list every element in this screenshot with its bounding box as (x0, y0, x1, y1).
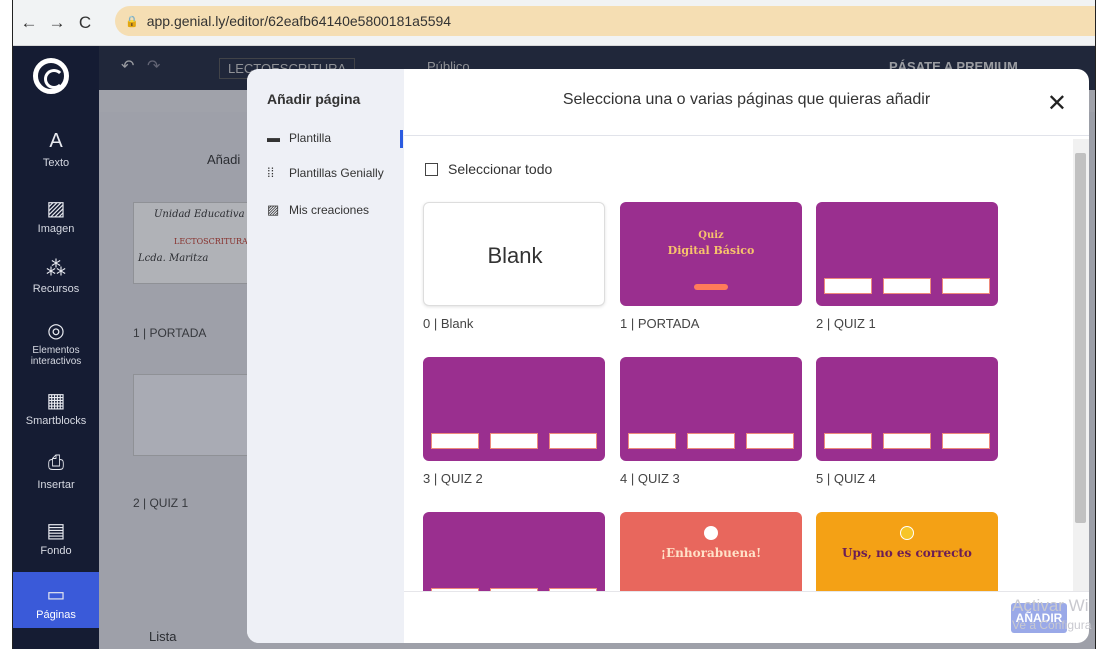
sidebar-item-paginas[interactable]: ▭ Páginas (13, 572, 99, 628)
sidebar-label: Elementos interactivos (30, 345, 82, 367)
emoji-icon (900, 526, 914, 540)
card-option (883, 278, 931, 294)
scrollbar-thumb[interactable] (1075, 153, 1086, 523)
card-option (490, 433, 538, 449)
card-label: 3 | QUIZ 2 (423, 471, 483, 486)
sidebar-label: Páginas (36, 609, 76, 621)
modal-sidebar-title: Añadir página (267, 91, 361, 107)
template-card-portada[interactable]: Quiz Digital Básico (620, 202, 802, 306)
resources-icon: ⁂ (46, 258, 66, 280)
nav-label: Mis creaciones (289, 203, 370, 217)
template-card-quiz1[interactable] (816, 202, 998, 306)
nav-label: Plantilla (289, 131, 332, 145)
sidebar-label: Recursos (32, 283, 80, 295)
background-icon: ▤ (46, 520, 66, 542)
card-text: ¡Enhorabuena! (660, 546, 762, 560)
insert-icon: ⎙ (48, 452, 64, 474)
star-icon (704, 526, 718, 540)
sidebar-item-smartblocks[interactable]: ▦ Smartblocks (13, 388, 99, 427)
card-button (694, 284, 728, 290)
card-option (883, 433, 931, 449)
grid-icon: ⁞⁞ (267, 165, 275, 180)
sidebar-label: Smartblocks (25, 415, 87, 427)
smartblocks-icon: ▦ (46, 390, 66, 412)
modal-footer: AÑADIR (404, 591, 1089, 643)
template-card-quiz5[interactable] (423, 512, 605, 591)
card-label: 1 | PORTADA (620, 316, 700, 331)
sidebar-label: Fondo (40, 545, 72, 557)
card-option (431, 433, 479, 449)
nav-plantillas-genially[interactable]: ⁞⁞ Plantillas Genially (267, 165, 384, 181)
interactive-icon: ◎ (47, 320, 65, 342)
address-bar[interactable]: 🔒 app.genial.ly/editor/62eafb64140e58001… (115, 6, 1095, 36)
checkbox-icon (425, 162, 438, 176)
sidebar-label: Insertar (37, 479, 75, 491)
card-text: Blank (487, 243, 543, 268)
card-label: 0 | Blank (423, 316, 474, 331)
template-icon: ▬ (267, 130, 280, 145)
nav-label: Plantillas Genially (289, 166, 384, 180)
sidebar-item-recursos[interactable]: ⁂ Recursos (13, 256, 99, 295)
text-icon: A (49, 130, 63, 152)
template-card-blank[interactable]: Blank (423, 202, 605, 306)
template-card-congrats[interactable]: ¡Enhorabuena! (620, 512, 802, 591)
sidebar-item-insertar[interactable]: ⎙ Insertar (13, 452, 99, 491)
pages-icon: ▭ (46, 584, 66, 606)
sidebar-item-imagen[interactable]: ▨ Imagen (13, 196, 99, 235)
nav-plantilla[interactable]: ▬ Plantilla (267, 130, 332, 146)
sidebar-label: Imagen (37, 223, 75, 235)
template-card-quiz4[interactable] (816, 357, 998, 461)
lock-icon: 🔒 (125, 15, 139, 28)
card-label: 5 | QUIZ 4 (816, 471, 876, 486)
modal-header: Selecciona una o varias páginas que quie… (404, 69, 1089, 136)
modal-title: Selecciona una o varias páginas que quie… (562, 91, 931, 108)
card-option (942, 278, 990, 294)
modal-sidebar: Añadir página ▬ Plantilla ⁞⁞ Plantillas Ge… (247, 69, 404, 643)
card-option (824, 278, 872, 294)
template-card-quiz3[interactable] (620, 357, 802, 461)
image-icon: ▨ (46, 198, 66, 220)
add-page-modal: Añadir página ▬ Plantilla ⁞⁞ Plantillas Ge… (247, 69, 1089, 643)
card-text: Quiz (698, 230, 724, 241)
sidebar-item-fondo[interactable]: ▤ Fondo (13, 518, 99, 557)
card-text: Ups, no es correcto (842, 546, 972, 560)
template-grid: Blank 0 | Blank Quiz Digital Básico 1 | … (404, 194, 1074, 591)
template-card-wrong[interactable]: Ups, no es correcto (816, 512, 998, 591)
browser-toolbar: ← → C 🔒 app.genial.ly/editor/62eafb64140… (13, 0, 1095, 46)
select-all-label: Seleccionar todo (448, 161, 553, 177)
watermark: Ve a Configura (1012, 618, 1092, 632)
sidebar-item-texto[interactable]: A Texto (13, 130, 99, 169)
url-text: app.genial.ly/editor/62eafb64140e5800181… (146, 13, 452, 29)
reload-icon[interactable]: C (73, 11, 97, 35)
back-icon[interactable]: ← (17, 11, 41, 35)
close-icon[interactable]: ✕ (1047, 92, 1067, 116)
forward-icon[interactable]: → (45, 11, 69, 35)
card-option (746, 433, 794, 449)
card-label: 4 | QUIZ 3 (620, 471, 680, 486)
editor-sidebar: A Texto ▨ Imagen ⁂ Recursos ◎ Elementos inte… (13, 46, 99, 649)
card-option (628, 433, 676, 449)
active-indicator (400, 130, 403, 148)
template-card-quiz2[interactable] (423, 357, 605, 461)
card-option (942, 433, 990, 449)
nav-mis-creaciones[interactable]: ▨ Mis creaciones (267, 202, 370, 218)
card-label: 2 | QUIZ 1 (816, 316, 876, 331)
card-option (549, 433, 597, 449)
genially-logo[interactable] (33, 58, 69, 94)
card-text: Digital Básico (667, 244, 755, 257)
select-all-checkbox[interactable]: Seleccionar todo (425, 161, 552, 177)
watermark: Activar Wi (1012, 596, 1089, 615)
image-icon: ▨ (267, 202, 280, 217)
card-option (687, 433, 735, 449)
sidebar-label: Texto (42, 157, 70, 169)
sidebar-item-elementos[interactable]: ◎ Elementos interactivos (13, 318, 99, 367)
card-option (824, 433, 872, 449)
